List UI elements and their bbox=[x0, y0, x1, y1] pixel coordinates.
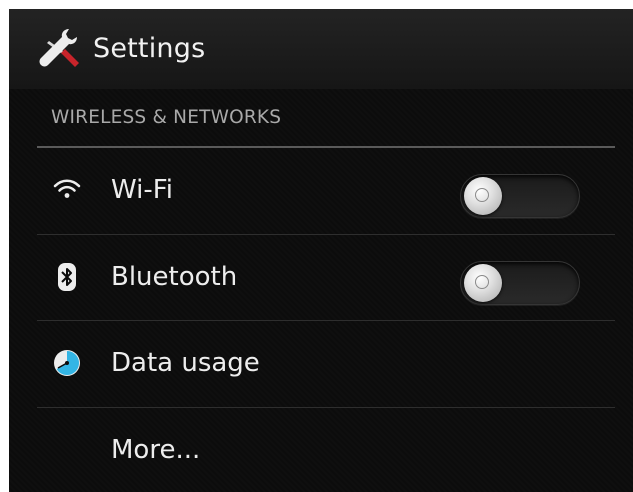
data-usage-icon bbox=[54, 350, 80, 376]
section-header: WIRELESS & NETWORKS bbox=[51, 107, 282, 128]
bluetooth-icon bbox=[58, 263, 76, 291]
wifi-toggle[interactable] bbox=[460, 174, 580, 218]
list-item-data-usage[interactable]: Data usage bbox=[9, 321, 633, 405]
wifi-label: Wi-Fi bbox=[111, 175, 174, 205]
toggle-knob bbox=[464, 264, 502, 302]
settings-screen: Settings WIRELESS & NETWORKS Wi-Fi Bluet… bbox=[9, 9, 633, 492]
app-title: Settings bbox=[93, 33, 206, 64]
more-label: More... bbox=[111, 435, 201, 465]
data-usage-label: Data usage bbox=[111, 348, 260, 378]
bluetooth-label: Bluetooth bbox=[111, 262, 238, 292]
list-item-bluetooth[interactable]: Bluetooth bbox=[9, 235, 633, 319]
bluetooth-toggle[interactable] bbox=[460, 261, 580, 305]
settings-tools-icon bbox=[39, 29, 79, 67]
toggle-knob bbox=[464, 177, 502, 215]
action-bar: Settings bbox=[9, 9, 633, 89]
settings-list: WIRELESS & NETWORKS Wi-Fi Bluetooth Data… bbox=[9, 89, 633, 492]
list-item-more[interactable]: More... bbox=[9, 408, 633, 492]
list-item-wifi[interactable]: Wi-Fi bbox=[9, 148, 633, 232]
wifi-icon bbox=[53, 179, 81, 198]
